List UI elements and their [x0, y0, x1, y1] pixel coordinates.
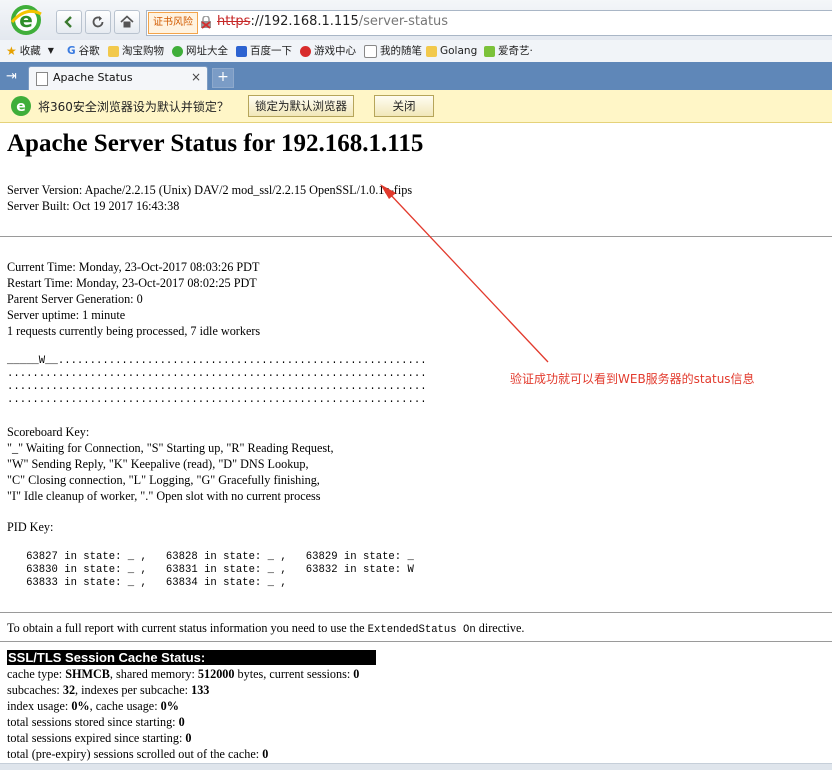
status-bar [0, 763, 832, 770]
annotation-text: 验证成功就可以看到WEB服务器的status信息 [510, 372, 755, 386]
